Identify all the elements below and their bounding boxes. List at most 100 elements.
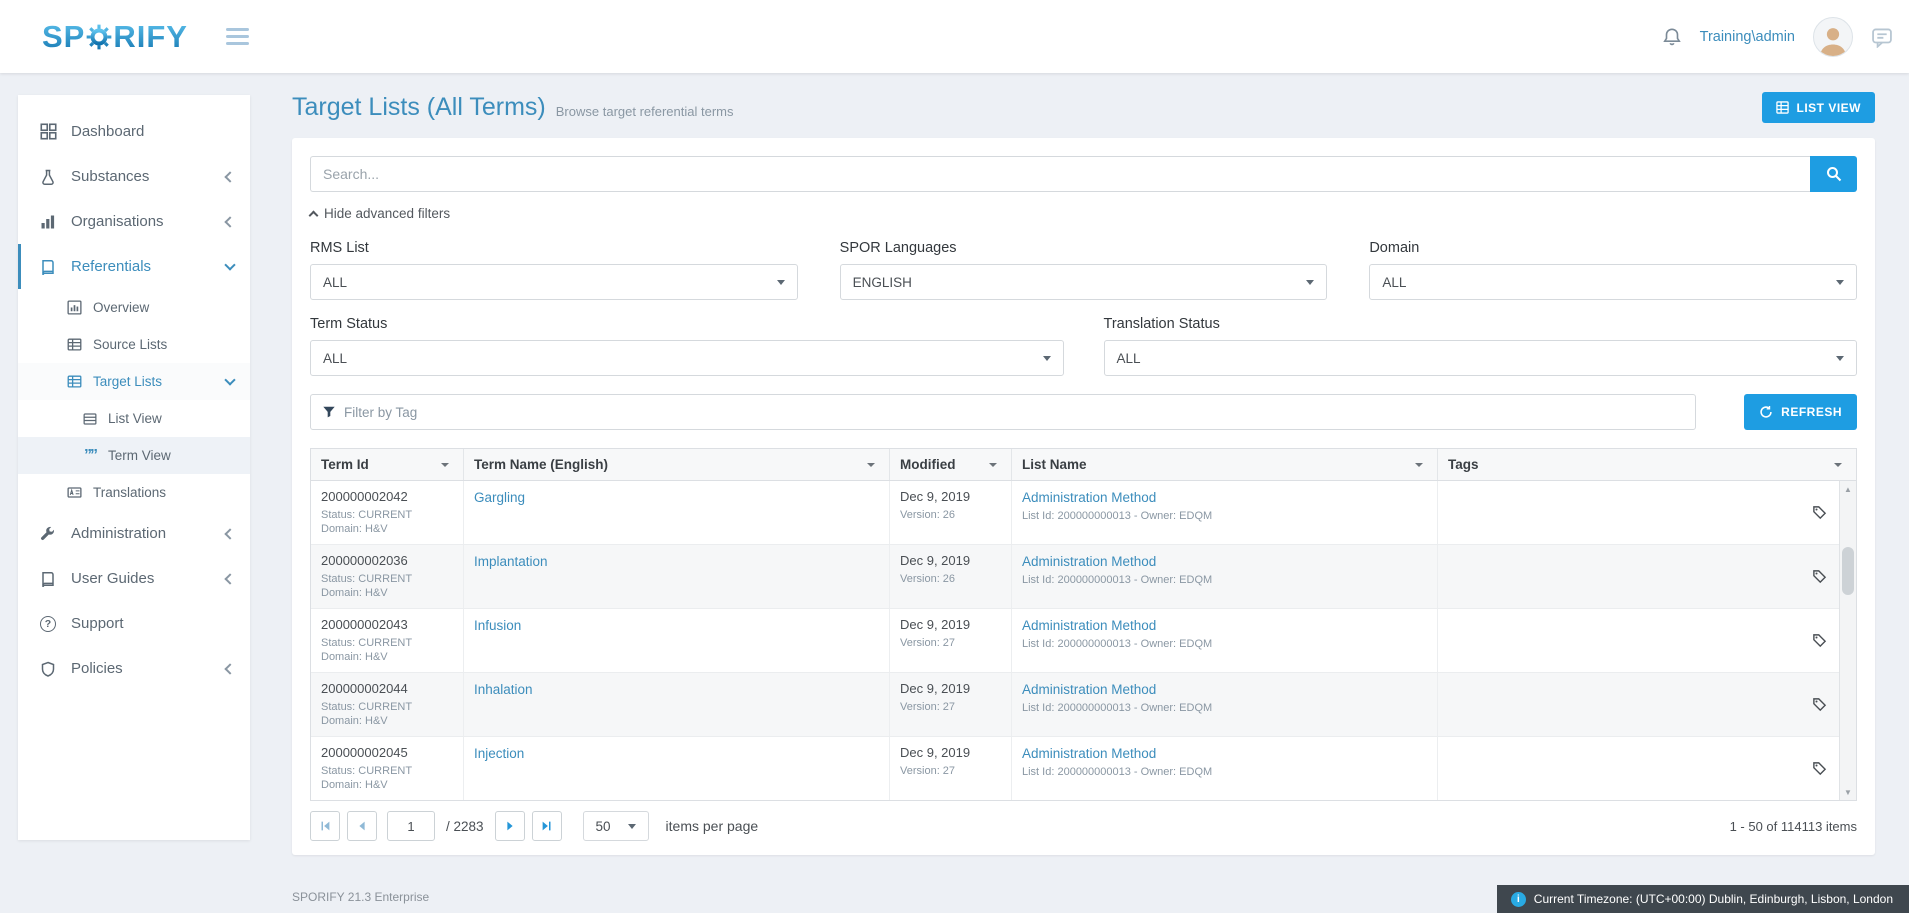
sidebar-item-organisations[interactable]: Organisations — [18, 199, 250, 244]
total-pages-label: / 2283 — [446, 819, 484, 834]
translation-status-value: ALL — [1117, 351, 1141, 366]
tag-icon[interactable] — [1812, 569, 1827, 584]
book-icon — [38, 259, 58, 275]
cell-term-id: 200000002042 Status: CURRENT Domain: H&V — [311, 481, 463, 544]
sidebar-item-target-lists[interactable]: Target Lists — [18, 363, 250, 400]
sidebar-item-dashboard[interactable]: Dashboard — [18, 109, 250, 154]
column-menu-icon[interactable] — [437, 457, 453, 473]
user-menu[interactable]: Training\admin — [1700, 29, 1795, 45]
tag-icon[interactable] — [1812, 505, 1827, 520]
spor-languages-value: ENGLISH — [853, 275, 912, 290]
wrench-icon — [38, 526, 58, 542]
last-page-button[interactable] — [532, 811, 562, 841]
list-icon — [82, 412, 98, 426]
chevron-left-icon — [224, 171, 235, 182]
refresh-button[interactable]: REFRESH — [1744, 394, 1857, 430]
previous-page-button[interactable] — [347, 811, 377, 841]
tag-icon[interactable] — [1812, 761, 1827, 776]
term-name-link[interactable]: Implantation — [474, 554, 548, 569]
column-menu-icon[interactable] — [1411, 457, 1427, 473]
list-name-link[interactable]: Administration Method — [1022, 554, 1156, 569]
chevron-left-icon — [224, 216, 235, 227]
sidebar-item-user-guides[interactable]: User Guides — [18, 556, 250, 601]
search-input[interactable] — [310, 156, 1810, 192]
translation-status-label: Translation Status — [1104, 316, 1858, 332]
sidebar-item-translations[interactable]: Translations — [18, 474, 250, 511]
sidebar-item-support[interactable]: Support — [18, 601, 250, 646]
term-name-link[interactable]: Infusion — [474, 618, 521, 633]
rms-list-label: RMS List — [310, 240, 798, 256]
sidebar-label: User Guides — [71, 570, 154, 587]
translation-status-select[interactable]: ALL — [1104, 340, 1858, 376]
sidebar-label: List View — [108, 411, 162, 426]
sidebar-label: Organisations — [71, 213, 164, 230]
table-row[interactable]: 200000002045 Status: CURRENT Domain: H&V… — [311, 736, 1839, 800]
notifications-bell-icon[interactable] — [1662, 27, 1682, 47]
topbar: SP RIFY Training\admin — [0, 0, 1909, 73]
search-button[interactable] — [1810, 156, 1857, 192]
tag-icon[interactable] — [1812, 633, 1827, 648]
quote-icon — [82, 452, 98, 460]
spor-languages-select[interactable]: ENGLISH — [840, 264, 1328, 300]
scroll-up-icon[interactable] — [1840, 481, 1856, 497]
column-menu-icon[interactable] — [863, 457, 879, 473]
sidebar-item-source-lists[interactable]: Source Lists — [18, 326, 250, 363]
table-row[interactable]: 200000002042 Status: CURRENT Domain: H&V… — [311, 481, 1839, 544]
next-page-button[interactable] — [495, 811, 525, 841]
chevron-up-icon — [309, 211, 319, 221]
table-row[interactable]: 200000002044 Status: CURRENT Domain: H&V… — [311, 672, 1839, 736]
first-page-button[interactable] — [310, 811, 340, 841]
column-menu-icon[interactable] — [1830, 457, 1846, 473]
sidebar-item-term-view[interactable]: Term View — [18, 437, 250, 474]
domain-value: ALL — [1382, 275, 1406, 290]
cell-term-id: 200000002043 Status: CURRENT Domain: H&V — [311, 609, 463, 672]
table-icon — [66, 337, 83, 352]
list-name-link[interactable]: Administration Method — [1022, 618, 1156, 633]
menu-toggle-icon[interactable] — [226, 28, 249, 45]
cell-term-name: Infusion — [463, 609, 889, 672]
sidebar-item-list-view[interactable]: List View — [18, 400, 250, 437]
hide-advanced-filters-toggle[interactable]: Hide advanced filters — [310, 206, 450, 221]
sidebar-item-referentials[interactable]: Referentials — [18, 244, 250, 289]
sidebar-item-policies[interactable]: Policies — [18, 646, 250, 691]
list-name-link[interactable]: Administration Method — [1022, 682, 1156, 697]
sidebar-label: Administration — [71, 525, 166, 542]
sidebar-item-administration[interactable]: Administration — [18, 511, 250, 556]
page-size-select[interactable]: 50 — [583, 811, 649, 841]
term-status-select[interactable]: ALL — [310, 340, 1064, 376]
app-version-label: SPORIFY 21.3 Enterprise — [292, 890, 429, 904]
list-name-link[interactable]: Administration Method — [1022, 490, 1156, 505]
cell-term-name: Injection — [463, 737, 889, 800]
column-menu-icon[interactable] — [985, 457, 1001, 473]
page-subtitle: Browse target referential terms — [556, 104, 734, 119]
domain-select[interactable]: ALL — [1369, 264, 1857, 300]
domain-label: Domain — [1369, 240, 1857, 256]
term-name-link[interactable]: Gargling — [474, 490, 525, 505]
scroll-down-icon[interactable] — [1840, 784, 1856, 800]
page-number-input[interactable] — [387, 811, 435, 841]
sidebar-item-overview[interactable]: Overview — [18, 289, 250, 326]
column-header-modified: Modified — [889, 449, 1011, 480]
avatar[interactable] — [1813, 17, 1853, 57]
sidebar-label: Dashboard — [71, 123, 144, 140]
sidebar-item-substances[interactable]: Substances — [18, 154, 250, 199]
list-view-button[interactable]: LIST VIEW — [1762, 92, 1876, 123]
sidebar-label: Referentials — [71, 258, 151, 275]
chat-icon[interactable] — [1871, 26, 1893, 48]
list-view-button-label: LIST VIEW — [1797, 101, 1862, 115]
refresh-button-label: REFRESH — [1781, 405, 1842, 419]
table-scrollbar[interactable] — [1839, 481, 1856, 800]
scrollbar-thumb[interactable] — [1842, 547, 1854, 595]
chevron-down-icon — [1836, 280, 1844, 285]
chevron-left-icon — [224, 528, 235, 539]
table-row[interactable]: 200000002036 Status: CURRENT Domain: H&V… — [311, 544, 1839, 608]
rms-list-select[interactable]: ALL — [310, 264, 798, 300]
list-name-link[interactable]: Administration Method — [1022, 746, 1156, 761]
tag-icon[interactable] — [1812, 697, 1827, 712]
page-title: Target Lists (All Terms) — [292, 93, 546, 122]
term-name-link[interactable]: Injection — [474, 746, 524, 761]
cell-list-name: Administration Method List Id: 200000000… — [1011, 737, 1437, 800]
table-row[interactable]: 200000002043 Status: CURRENT Domain: H&V… — [311, 608, 1839, 672]
tag-filter-input[interactable] — [344, 405, 1684, 420]
term-name-link[interactable]: Inhalation — [474, 682, 533, 697]
